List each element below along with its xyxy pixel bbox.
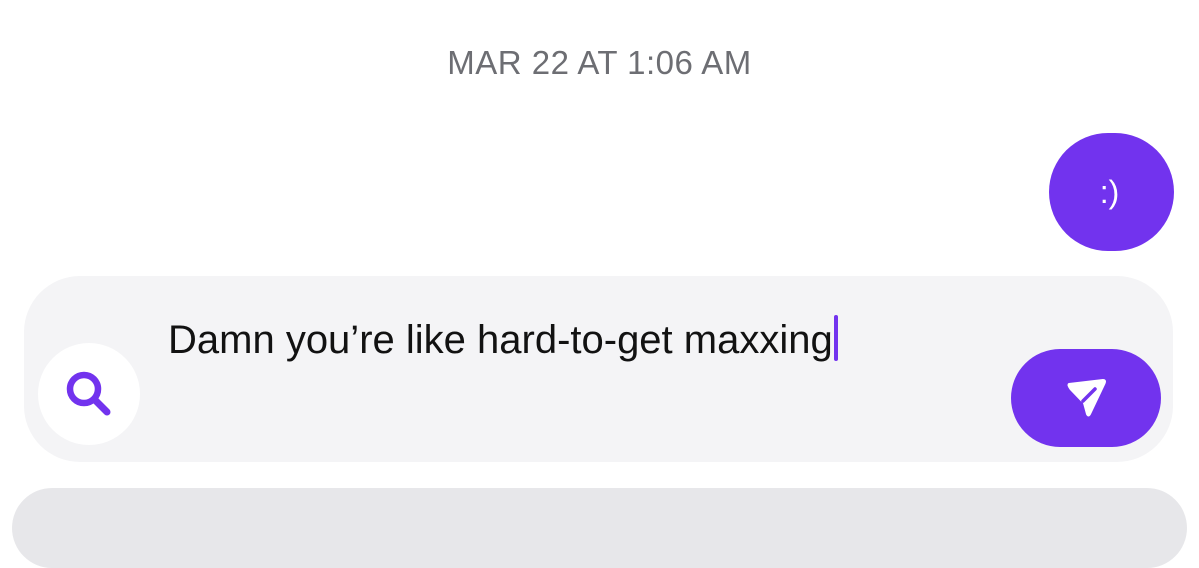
message-input-text: Damn you’re like hard-to-get maxxing	[168, 318, 833, 362]
message-composer: Damn you’re like hard-to-get maxxing	[24, 276, 1173, 462]
send-button[interactable]	[1011, 349, 1161, 447]
search-icon	[66, 371, 111, 416]
keyboard-area	[12, 488, 1187, 568]
search-button[interactable]	[38, 343, 140, 445]
message-text: :)	[1099, 173, 1120, 210]
outgoing-message-bubble[interactable]: :)	[1049, 133, 1174, 251]
conversation-timestamp: MAR 22 AT 1:06 AM	[447, 44, 752, 81]
message-input[interactable]: Damn you’re like hard-to-get maxxing	[168, 314, 868, 367]
send-icon	[1067, 379, 1106, 417]
text-cursor	[833, 315, 838, 361]
